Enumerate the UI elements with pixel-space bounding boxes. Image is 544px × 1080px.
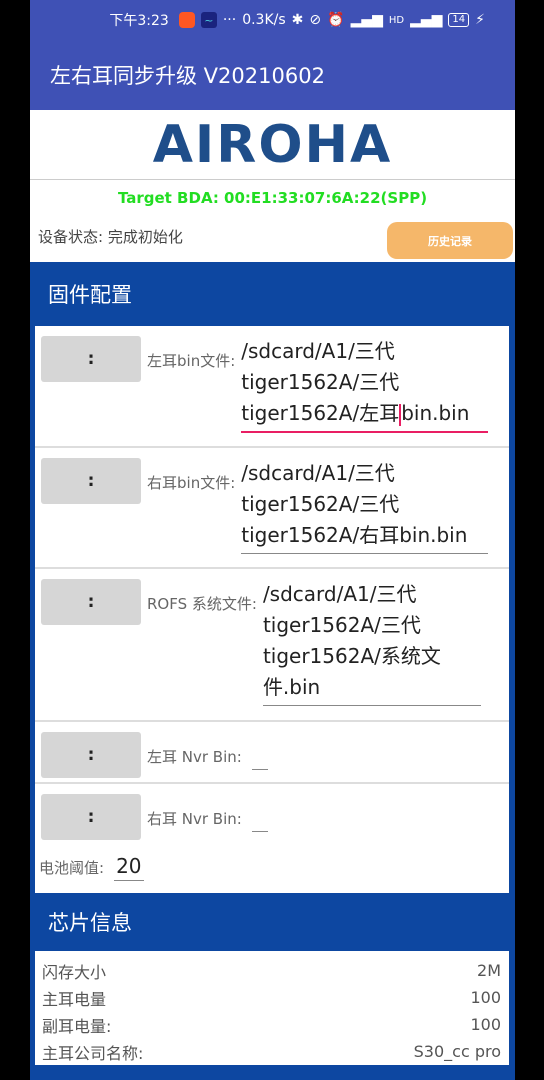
signal-icon: ▂▄▆ [350,12,383,28]
rofs-path-input[interactable]: /sdcard/A1/三代tiger1562A/三代tiger1562A/系统文… [262,579,481,706]
rofs-select-button[interactable]: : [41,579,141,625]
right-bin-select-button[interactable]: : [41,458,141,504]
right-bin-label: 右耳bin文件: [147,474,236,492]
rofs-row: : ROFS 系统文件: /sdcard/A1/三代tiger1562A/三代t… [35,569,509,722]
activity-icon: ~ [200,12,217,28]
battery-icon: 14 [448,13,470,27]
right-bin-path-input[interactable]: /sdcard/A1/三代tiger1562A/三代tiger1562A/右耳b… [241,458,489,554]
chip-row-main-battery: 主耳电量 100 [42,984,501,1011]
network-speed: 0.3K/s [242,12,286,28]
target-bda: Target BDA: 00:E1:33:07:6A:22(SPP) [117,189,428,207]
battery-threshold-label: 电池阈值: [39,859,105,877]
chip-row-flash: 闪存大小 2M [42,957,501,984]
device-status-value: 完成初始化 [107,228,183,246]
left-bin-row: : 左耳bin文件: /sdcard/A1/三代tiger1562A/三代tig… [35,326,509,448]
chip-label: 主耳公司名称: [42,1043,144,1063]
app-window: 下午3:23 ~ ··· 0.3K/s ✱ ⊘ ⏰ ▂▄▆ HD ▂▄▆ 14 … [30,0,515,1080]
page-title: 左右耳同步升级 V20210602 [50,64,325,88]
right-bin-row: : 右耳bin文件: /sdcard/A1/三代tiger1562A/三代tig… [35,448,509,569]
history-button[interactable]: 历史记录 [387,222,513,259]
charging-icon: ⚡ [475,12,485,28]
firmware-section-title: 固件配置 [48,283,132,307]
chip-value: S30_cc pro [413,1042,501,1061]
chip-panel: 闪存大小 2M 主耳电量 100 副耳电量: 100 主耳公司名称: S30_c… [35,951,509,1065]
left-nvr-label: 左耳 Nvr Bin: [147,748,242,766]
left-nvr-row: : 左耳 Nvr Bin: [35,722,509,784]
device-status-label: 设备状态: [38,228,104,246]
status-bar: 下午3:23 ~ ··· 0.3K/s ✱ ⊘ ⏰ ▂▄▆ HD ▂▄▆ 14 … [30,0,515,40]
hd-icon: HD [388,14,405,26]
left-bin-select-button[interactable]: : [41,336,141,382]
chip-row-company: 主耳公司名称: S30_cc pro [42,1038,501,1065]
rofs-label: ROFS 系统文件: [147,595,257,613]
left-nvr-path-input[interactable] [251,744,268,770]
chip-label: 闪存大小 [42,962,107,982]
mute-icon: ⊘ [309,12,322,28]
bluetooth-icon: ✱ [291,12,304,28]
battery-threshold-row: 电池阈值: 20 [35,846,509,893]
signal-4g-icon: ▂▄▆ [410,12,443,28]
chip-label: 主耳电量 [42,989,107,1009]
right-nvr-row: : 右耳 Nvr Bin: [35,784,509,846]
chip-value: 100 [470,988,501,1007]
app-bar: 左右耳同步升级 V20210602 [30,40,515,110]
left-bin-path-input[interactable]: /sdcard/A1/三代tiger1562A/三代tiger1562A/左耳 b… [241,336,489,433]
chip-row-sub-battery: 副耳电量: 100 [42,1011,501,1038]
chip-value: 100 [470,1015,501,1034]
firmware-panel: : 左耳bin文件: /sdcard/A1/三代tiger1562A/三代tig… [35,326,509,893]
chip-value: 2M [477,961,501,980]
left-nvr-select-button[interactable]: : [41,732,141,778]
battery-threshold-input[interactable]: 20 [114,854,144,881]
left-bin-path-text: /sdcard/A1/三代tiger1562A/三代tiger1562A/左耳 [241,339,400,425]
status-time: 下午3:23 [109,13,169,29]
right-nvr-label: 右耳 Nvr Bin: [147,810,242,828]
alarm-icon: ⏰ [327,12,345,28]
airoha-logo: AIROHA [152,114,393,175]
device-status: 设备状态: 完成初始化 [38,226,183,247]
more-icon: ··· [222,12,237,28]
screen-record-icon [178,12,195,28]
right-nvr-select-button[interactable]: : [41,794,141,840]
left-bin-label: 左耳bin文件: [147,352,236,370]
chip-section-title: 芯片信息 [48,911,132,935]
chip-label: 副耳电量: [42,1016,112,1036]
right-nvr-path-input[interactable] [251,806,268,832]
left-bin-path-suffix: bin.bin [401,401,470,425]
device-info: Target BDA: 00:E1:33:07:6A:22(SPP) 设备状态:… [30,180,515,262]
logo-area: AIROHA [30,110,515,180]
